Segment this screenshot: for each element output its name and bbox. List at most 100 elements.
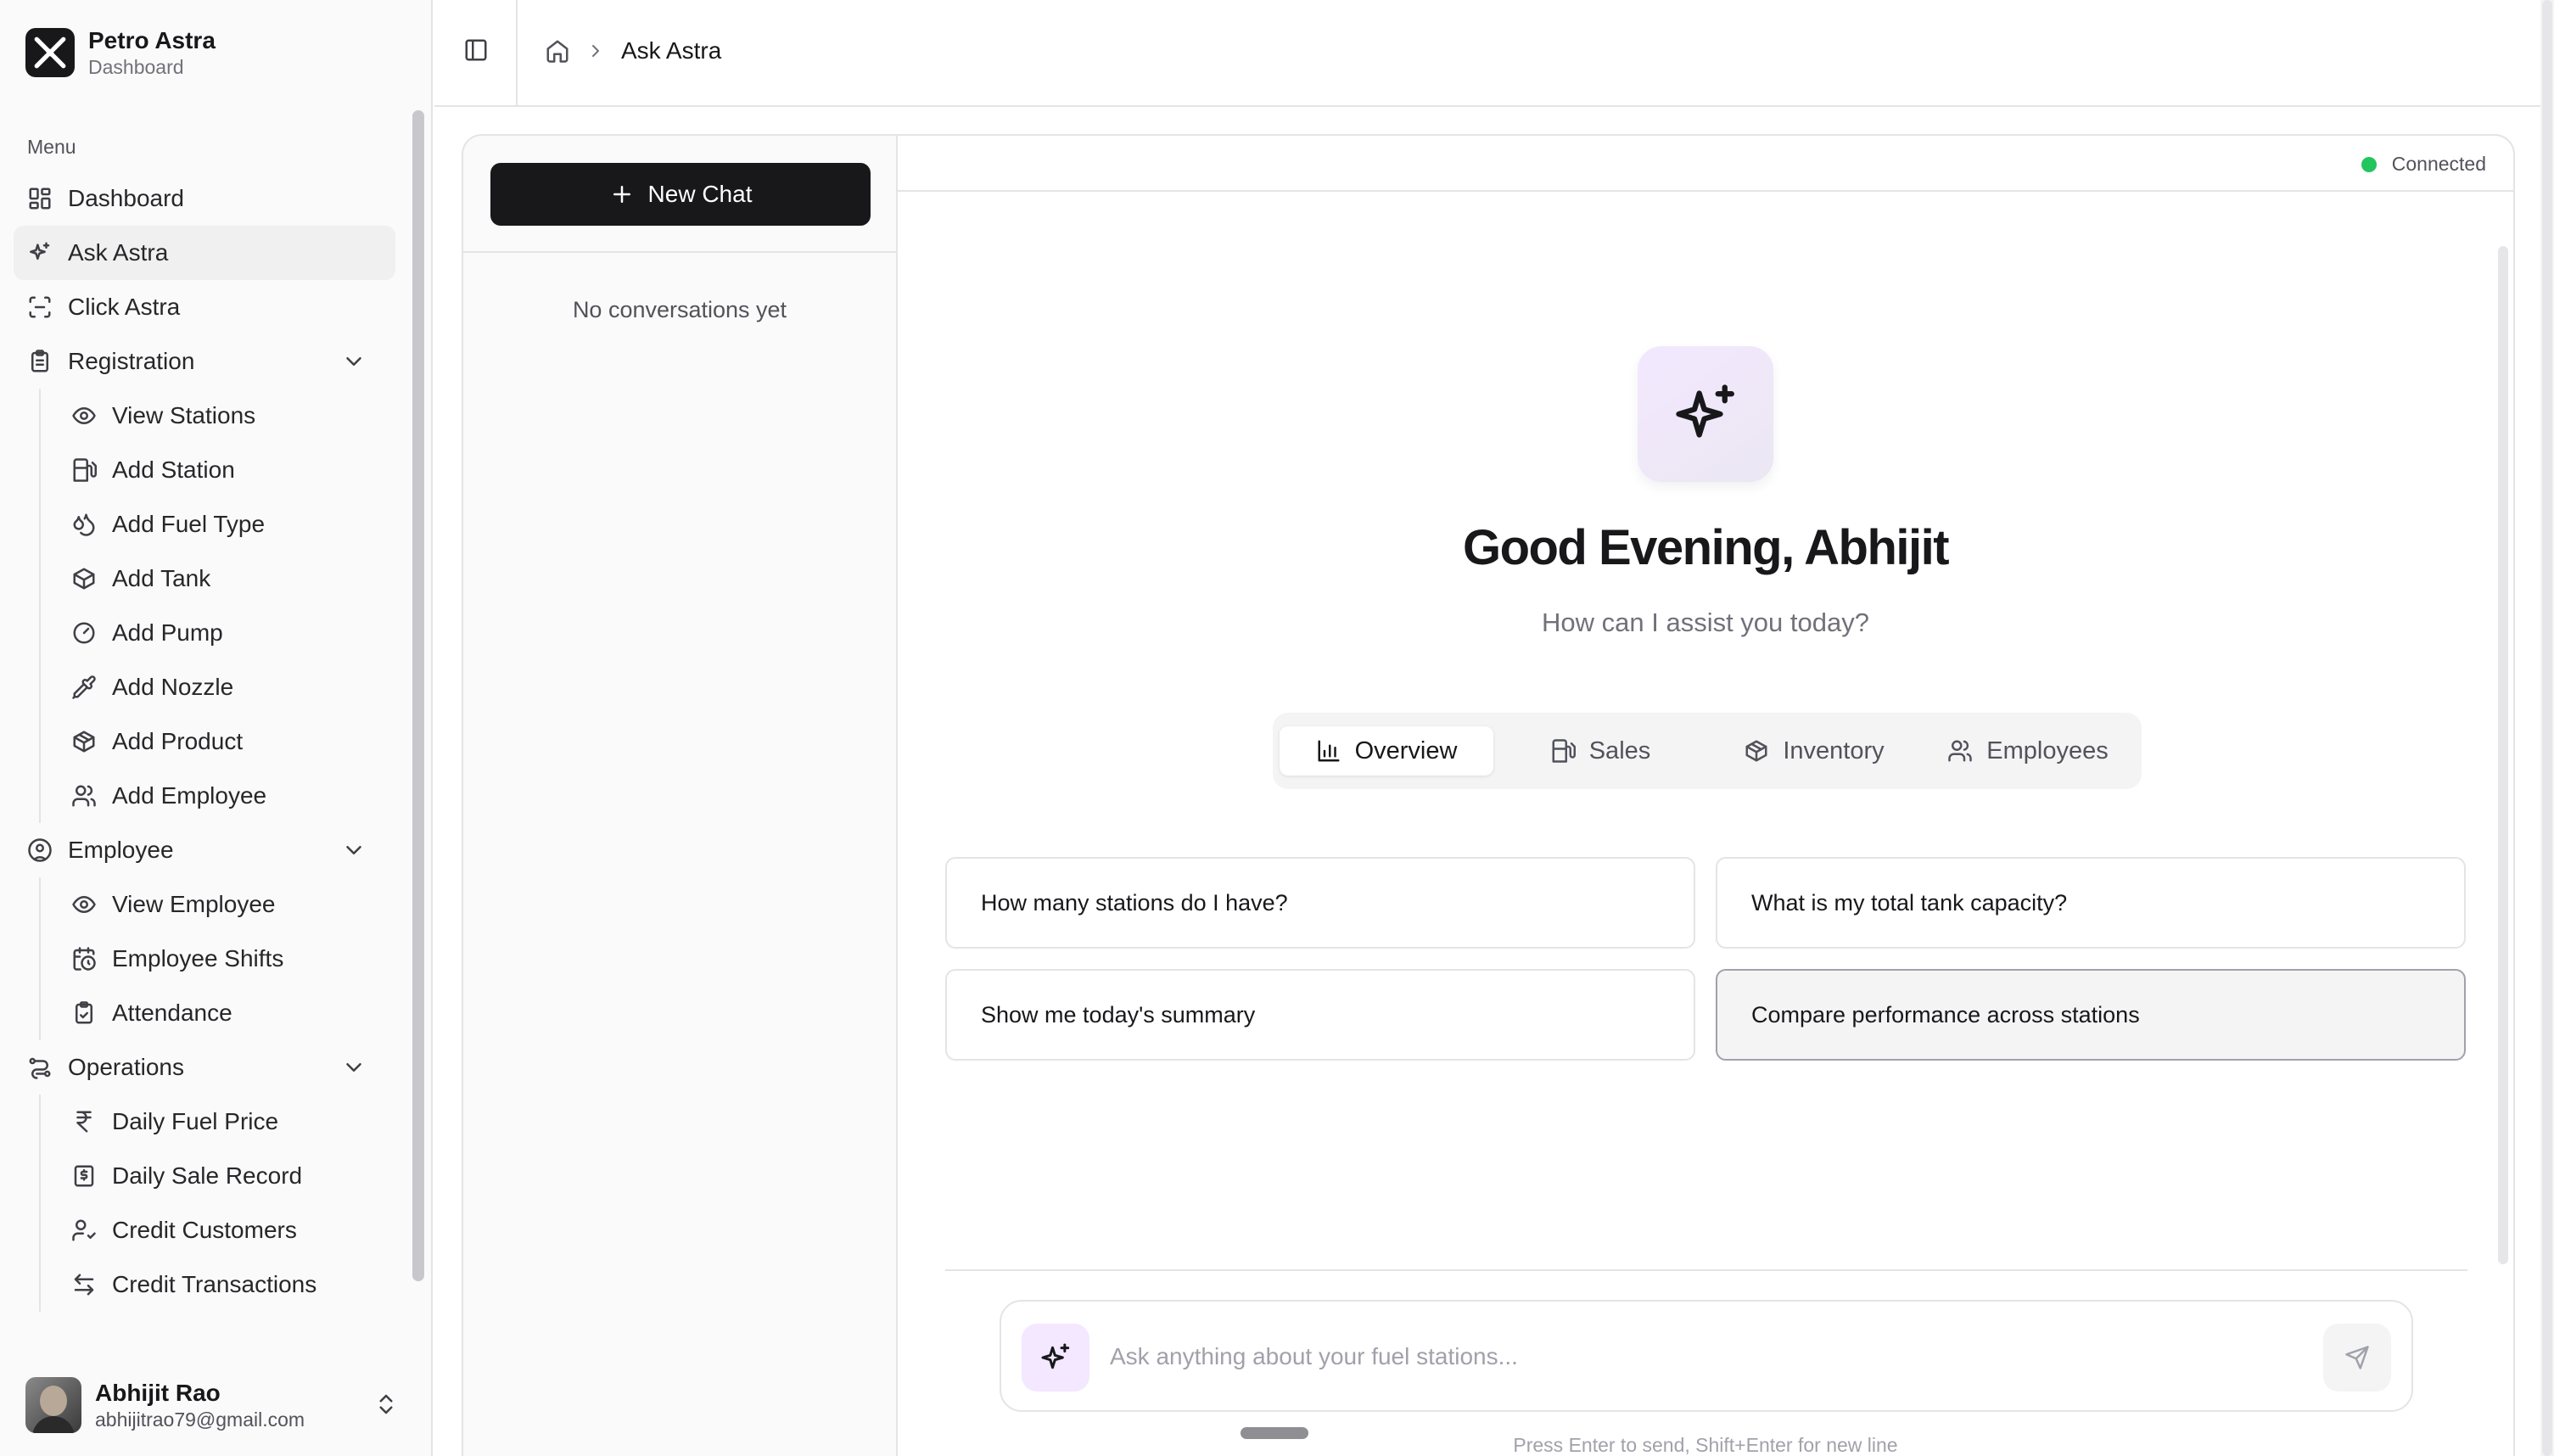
sidebar-item-click-astra[interactable]: Click Astra (14, 280, 395, 334)
tab-label: Employees (1986, 736, 2109, 764)
eye-icon (71, 892, 112, 917)
sidebar-item-label: Add Product (112, 728, 244, 754)
sidebar-scrollbar-thumb[interactable] (412, 110, 424, 1281)
new-chat-button[interactable]: New Chat (490, 163, 871, 226)
sidebar-group-registration[interactable]: Registration (14, 334, 395, 389)
sidebar-item-label: Daily Sale Record (112, 1162, 303, 1189)
suggestion-card[interactable]: Compare performance across stations (1716, 969, 2466, 1061)
sidebar-item-add-product[interactable]: Add Product (58, 714, 395, 769)
breadcrumb: Ask Astra (545, 36, 721, 66)
home-icon[interactable] (545, 38, 570, 64)
tab-overview[interactable]: Overview (1280, 726, 1493, 776)
package-icon (71, 729, 112, 754)
sidebar-item-credit-customers[interactable]: Credit Customers (58, 1203, 395, 1257)
sidebar-item-dashboard[interactable]: Dashboard (14, 171, 395, 226)
sidebar-item-label: Add Station (112, 456, 235, 483)
clipboard-list-icon (27, 349, 68, 374)
tab-label: Overview (1354, 736, 1458, 764)
sidebar-item-label: Dashboard (68, 185, 184, 211)
suggestion-card[interactable]: What is my total tank capacity? (1716, 857, 2466, 949)
chevron-right-icon (585, 41, 606, 61)
header-divider (516, 0, 518, 105)
sidebar-item-add-pump[interactable]: Add Pump (58, 606, 395, 660)
receipt-icon (71, 1163, 112, 1189)
sidebar-item-employee-shifts[interactable]: Employee Shifts (58, 932, 395, 986)
calendar-clock-icon (71, 946, 112, 972)
suggestion-card[interactable]: Show me today's summary (945, 969, 1695, 1061)
brand-name: Petro Astra (88, 27, 216, 53)
sparkles-icon (1022, 1324, 1089, 1392)
ask-astra-panel: New Chat No conversations yet Connected … (462, 134, 2515, 1456)
sidebar: Petro Astra Dashboard Menu Dashboard Ask… (0, 0, 433, 1456)
user-name: Abhijit Rao (95, 1380, 221, 1406)
conversation-divider (463, 251, 896, 253)
status-label: Connected (2391, 153, 2486, 175)
users-icon (1947, 738, 1986, 764)
gauge-icon (71, 620, 112, 646)
suggestion-card[interactable]: How many stations do I have? (945, 857, 1695, 949)
sidebar-scrollbar[interactable] (412, 110, 424, 1281)
menu-label: Menu (27, 136, 76, 158)
sidebar-group-employee[interactable]: Employee (14, 823, 395, 877)
sidebar-item-attendance[interactable]: Attendance (58, 986, 395, 1040)
sidebar-item-add-nozzle[interactable]: Add Nozzle (58, 660, 395, 714)
send-icon (2344, 1345, 2370, 1370)
chat-scrollbar[interactable] (2498, 246, 2508, 1264)
workflow-icon (27, 1055, 68, 1080)
sparkles-icon (27, 240, 68, 266)
tab-employees[interactable]: Employees (1921, 726, 2135, 776)
pipette-icon (71, 675, 112, 700)
sidebar-item-view-stations[interactable]: View Stations (58, 389, 395, 443)
page-scrollbar[interactable] (2540, 0, 2554, 1456)
sidebar-item-label: Add Employee (112, 782, 267, 809)
rupee-icon (71, 1109, 112, 1134)
tab-inventory[interactable]: Inventory (1707, 726, 1921, 776)
message-input[interactable] (1110, 1336, 2281, 1378)
sidebar-item-add-tank[interactable]: Add Tank (58, 552, 395, 606)
page-scrollbar-thumb[interactable] (2542, 0, 2552, 1456)
chat-area: Connected Good Evening, Abhijit How can … (898, 136, 2513, 1456)
employee-submenu: View Employee Employee Shifts Attendance (39, 877, 395, 1040)
status-dot-icon (2361, 156, 2377, 172)
sidebar-toggle-icon[interactable] (463, 37, 489, 63)
sidebar-item-label: Add Nozzle (112, 674, 234, 700)
sidebar-group-operations[interactable]: Operations (14, 1040, 395, 1095)
composer-hint: Press Enter to send, Shift+Enter for new… (1513, 1434, 1898, 1456)
brand-subtitle: Dashboard (88, 56, 184, 78)
eye-icon (71, 403, 112, 428)
arrow-left-right-icon (71, 1272, 112, 1297)
avatar (25, 1377, 81, 1433)
category-tabs: Overview Sales Inventory Employees (1273, 713, 2142, 789)
sidebar-item-add-station[interactable]: Add Station (58, 443, 395, 497)
sidebar-item-credit-transactions[interactable]: Credit Transactions (58, 1257, 395, 1312)
sidebar-item-daily-sale-record[interactable]: Daily Sale Record (58, 1149, 395, 1203)
sidebar-item-label: Add Pump (112, 619, 223, 646)
sidebar-item-label: Attendance (112, 1000, 232, 1026)
brand[interactable]: Petro Astra Dashboard (25, 25, 216, 80)
sidebar-item-label: Add Tank (112, 565, 211, 591)
package-icon (1744, 738, 1783, 764)
brand-logo-icon (25, 28, 75, 77)
chevrons-up-down-icon[interactable] (373, 1392, 399, 1417)
sidebar-item-label: View Stations (112, 402, 256, 428)
user-menu[interactable]: Abhijit Rao abhijitrao79@gmail.com (25, 1371, 407, 1439)
clipboard-check-icon (71, 1000, 112, 1026)
message-composer (1000, 1300, 2413, 1412)
sidebar-item-ask-astra[interactable]: Ask Astra (14, 226, 395, 280)
sidebar-item-view-employee[interactable]: View Employee (58, 877, 395, 932)
tab-sales[interactable]: Sales (1493, 726, 1707, 776)
bar-chart-icon (1316, 738, 1355, 764)
sidebar-item-daily-fuel-price[interactable]: Daily Fuel Price (58, 1095, 395, 1149)
users-icon (71, 783, 112, 809)
user-check-icon (71, 1218, 112, 1243)
conversation-list: New Chat No conversations yet (463, 136, 898, 1456)
user-email: abhijitrao79@gmail.com (95, 1408, 305, 1431)
empty-conversations-text: No conversations yet (572, 297, 787, 322)
chat-status-bar: Connected (898, 136, 2513, 192)
sidebar-item-add-employee[interactable]: Add Employee (58, 769, 395, 823)
send-button[interactable] (2323, 1324, 2391, 1392)
composer-divider (945, 1269, 2467, 1271)
sidebar-item-add-fuel-type[interactable]: Add Fuel Type (58, 497, 395, 552)
sidebar-item-label: Add Fuel Type (112, 511, 266, 537)
fuel-icon (1550, 738, 1589, 764)
